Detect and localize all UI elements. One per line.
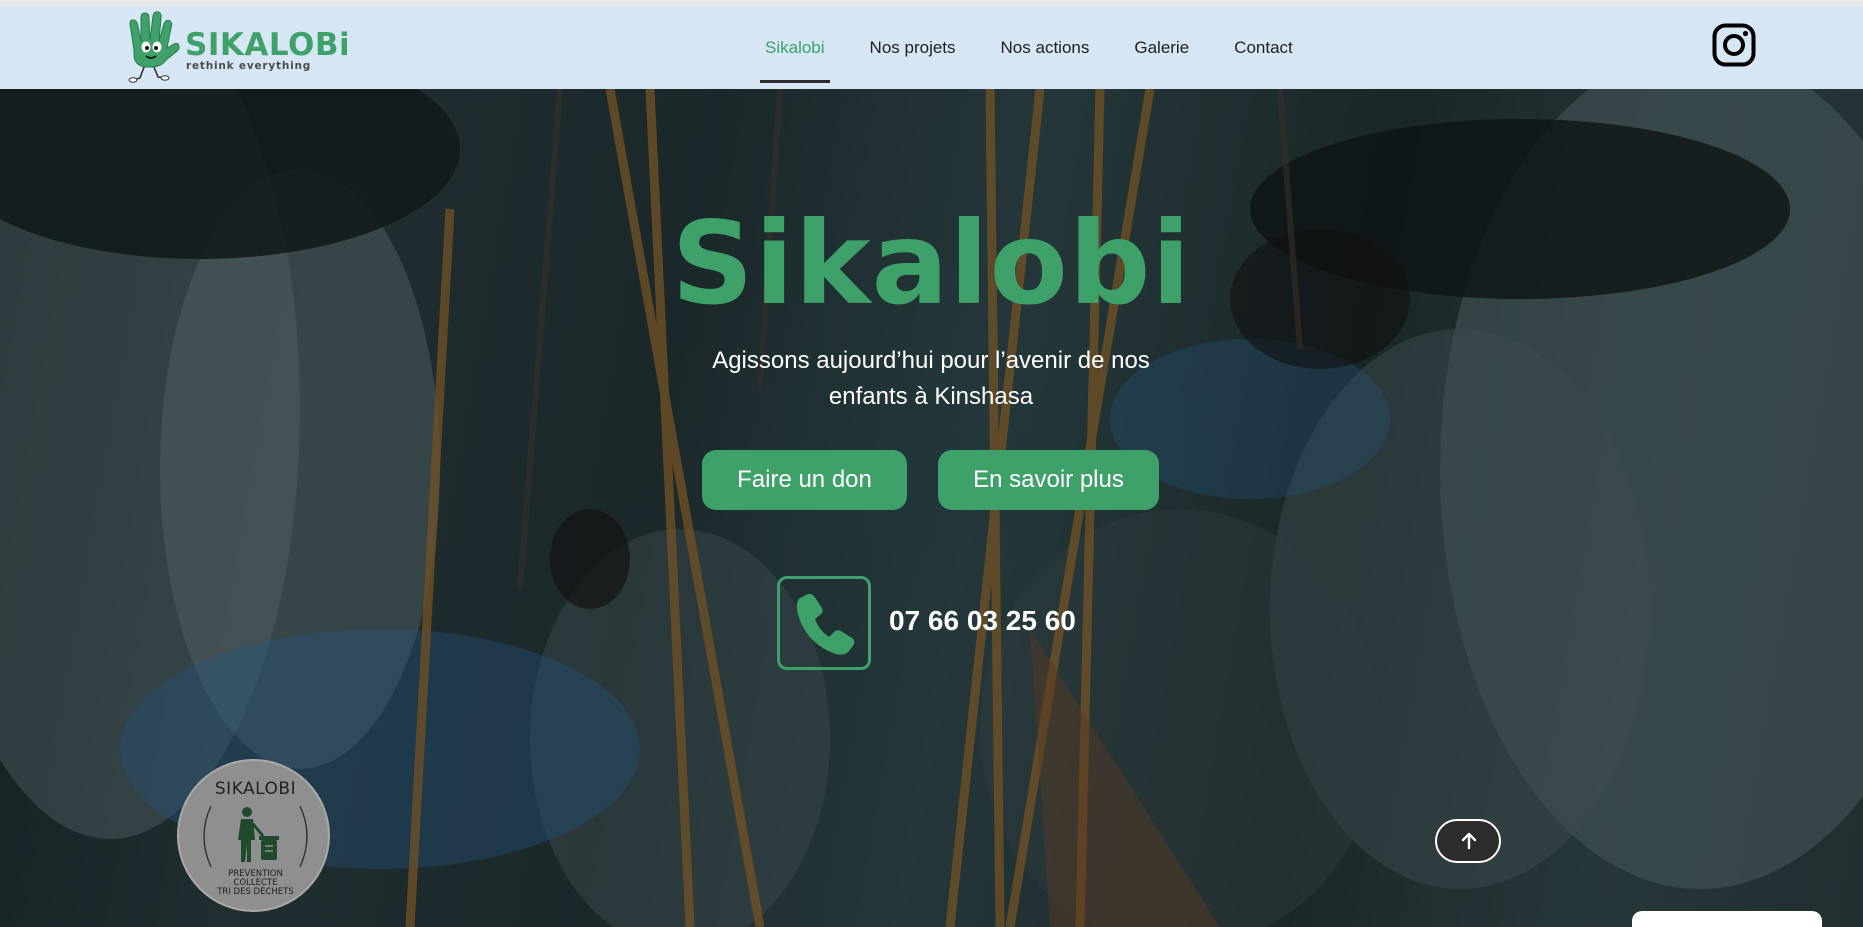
main-nav: Sikalobi Nos projets Nos actions Galerie… (760, 6, 1333, 89)
nav-item-sikalobi[interactable]: Sikalobi (760, 6, 830, 89)
instagram-icon[interactable] (1712, 23, 1756, 67)
learn-more-button[interactable]: En savoir plus (938, 450, 1159, 510)
logo-tagline: rethink everything (186, 60, 312, 72)
donate-button[interactable]: Faire un don (702, 450, 907, 510)
site-header: SIKALOBi rethink everything Sikalobi Nos… (0, 6, 1863, 89)
scroll-to-top-button[interactable] (1435, 819, 1501, 863)
nav-item-nos-actions[interactable]: Nos actions (996, 6, 1095, 89)
hero-subtitle: Agissons aujourd’hui pour l’avenir de no… (712, 347, 1150, 410)
arrow-up-icon (1461, 832, 1477, 850)
nav-item-galerie[interactable]: Galerie (1129, 6, 1194, 89)
green-glove-mascot-icon (128, 11, 180, 83)
phone-icon-box[interactable] (777, 576, 871, 670)
trash-bin-person-icon (238, 807, 279, 862)
phone-icon (796, 593, 855, 655)
nav-item-contact[interactable]: Contact (1229, 6, 1298, 89)
hero-section: Sikalobi Agissons aujourd’hui pour l’ave… (0, 89, 1863, 927)
badge-line-tri: TRI DES DÉCHETS (217, 887, 294, 897)
badge-title: SIKALOBI (214, 779, 297, 799)
chat-widget-tab[interactable] (1632, 911, 1822, 927)
sikalobi-badge: SIKALOBI PREVENTION COLLECTE TRI DES DÉC… (177, 759, 330, 912)
badge-lines: PREVENTION COLLECTE TRI DES DÉCHETS (179, 870, 332, 897)
logo-wordmark: SIKALOBi (185, 27, 351, 63)
nav-item-nos-projets[interactable]: Nos projets (865, 6, 961, 89)
phone-number[interactable]: 07 66 03 25 60 (889, 601, 1076, 641)
hero-title: Sikalobi (671, 197, 1192, 330)
logo-link[interactable]: SIKALOBi rethink everything (120, 6, 350, 86)
